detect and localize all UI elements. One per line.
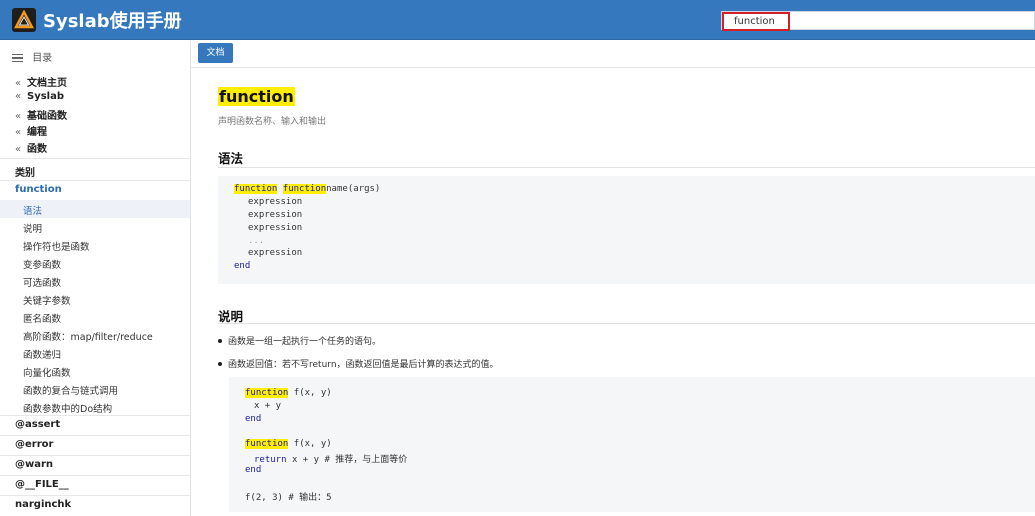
search-box[interactable] (721, 11, 1035, 31)
toc-toggle[interactable]: 目录 (12, 49, 52, 64)
example-code-block: function f(x, y) x + y end function f(x,… (229, 377, 1035, 512)
divider (0, 495, 190, 496)
app-title[interactable]: Syslab使用手册 (43, 7, 182, 33)
divider (0, 158, 190, 159)
code-line: x + y (254, 401, 282, 411)
sidebar-item-narginchk[interactable]: narginchk (15, 499, 71, 510)
code-line: return x + y # 推荐，与上面等价 (254, 455, 408, 465)
search-input[interactable] (722, 12, 790, 31)
sidebar-subitem-composition[interactable]: 函数的复合与链式调用 (23, 383, 118, 397)
syntax-heading: 语法 (218, 151, 244, 166)
divider (0, 455, 190, 456)
code-line: end (245, 414, 262, 424)
syntax-code-block: function functionname(args) expression e… (218, 176, 1035, 284)
breadcrumb-syslab[interactable]: «Syslab (15, 91, 64, 102)
category-label[interactable]: 类别 (15, 164, 35, 179)
bullet-dot-icon (218, 361, 222, 366)
code-line: expression (248, 210, 303, 220)
heading-rule (218, 167, 1035, 168)
divider (0, 475, 190, 476)
sidebar-item-file[interactable]: @__FILE__ (15, 479, 69, 490)
menu-icon (12, 52, 23, 65)
double-chevron-left-icon: « (15, 127, 22, 138)
code-line: function functionname(args) (234, 184, 381, 194)
sidebar: 目录 «文档主页 «Syslab «基础函数 «编程 «函数 类别 functi… (0, 41, 191, 516)
breadcrumb-basic-functions[interactable]: «基础函数 (15, 107, 67, 122)
double-chevron-left-icon: « (15, 144, 22, 155)
page-title: function (218, 87, 295, 106)
divider (0, 435, 190, 436)
sidebar-subitem-anonymous[interactable]: 匿名函数 (23, 311, 61, 325)
breadcrumb-programming[interactable]: «编程 (15, 123, 47, 138)
bullet-item: 函数是一组一起执行一个任务的语句。 (218, 334, 381, 347)
code-line: function f(x, y) (245, 388, 332, 398)
sidebar-subitem-syntax[interactable]: 语法 (23, 203, 42, 217)
sidebar-item-error[interactable]: @error (15, 439, 53, 450)
sidebar-subitem-optional[interactable]: 可选函数 (23, 275, 61, 289)
page-subtitle: 声明函数名称、输入和输出 (218, 117, 327, 127)
breadcrumb-functions[interactable]: «函数 (15, 140, 47, 155)
sidebar-subitem-higher-order[interactable]: 高阶函数：map/filter/reduce (23, 329, 153, 343)
divider (0, 415, 190, 416)
app-logo-icon[interactable] (12, 8, 36, 32)
code-line: ... (248, 236, 265, 246)
divider (0, 180, 190, 181)
code-line: expression (248, 248, 303, 258)
doc-button[interactable]: 文档 (198, 43, 233, 63)
breadcrumb-doc-home[interactable]: «文档主页 (15, 74, 67, 89)
toc-label: 目录 (32, 53, 53, 64)
code-line: expression (248, 197, 303, 207)
code-line: f(2, 3) # 输出：5 (245, 493, 332, 503)
sidebar-subitem-keyword-args[interactable]: 关键字参数 (23, 293, 71, 307)
sidebar-item-warn[interactable]: @warn (15, 459, 53, 470)
sidebar-item-assert[interactable]: @assert (15, 419, 60, 430)
code-line: expression (248, 223, 303, 233)
code-line: function f(x, y) (245, 439, 332, 449)
sidebar-subitem-vectorized[interactable]: 向量化函数 (23, 365, 71, 379)
sidebar-subitem-recursion[interactable]: 函数递归 (23, 347, 61, 361)
sidebar-item-function[interactable]: function (15, 184, 62, 195)
top-bar: Syslab使用手册 (0, 0, 1035, 40)
double-chevron-left-icon: « (15, 91, 22, 102)
code-line: end (234, 261, 251, 271)
sidebar-subitem-operator[interactable]: 操作符也是函数 (23, 239, 90, 253)
double-chevron-left-icon: « (15, 111, 22, 122)
code-line: end (245, 465, 262, 475)
sidebar-subitem-do-block[interactable]: 函数参数中的Do结构 (23, 401, 112, 415)
sidebar-subitem-varargs[interactable]: 变参函数 (23, 257, 61, 271)
bullet-item: 函数返回值：若不写return，函数返回值是最后计算的表达式的值。 (218, 357, 499, 370)
content-toolbar: 文档 (191, 41, 1035, 68)
sidebar-subitem-description[interactable]: 说明 (23, 221, 42, 235)
bullet-dot-icon (218, 338, 222, 343)
double-chevron-left-icon: « (15, 78, 22, 89)
heading-rule (218, 323, 1035, 324)
